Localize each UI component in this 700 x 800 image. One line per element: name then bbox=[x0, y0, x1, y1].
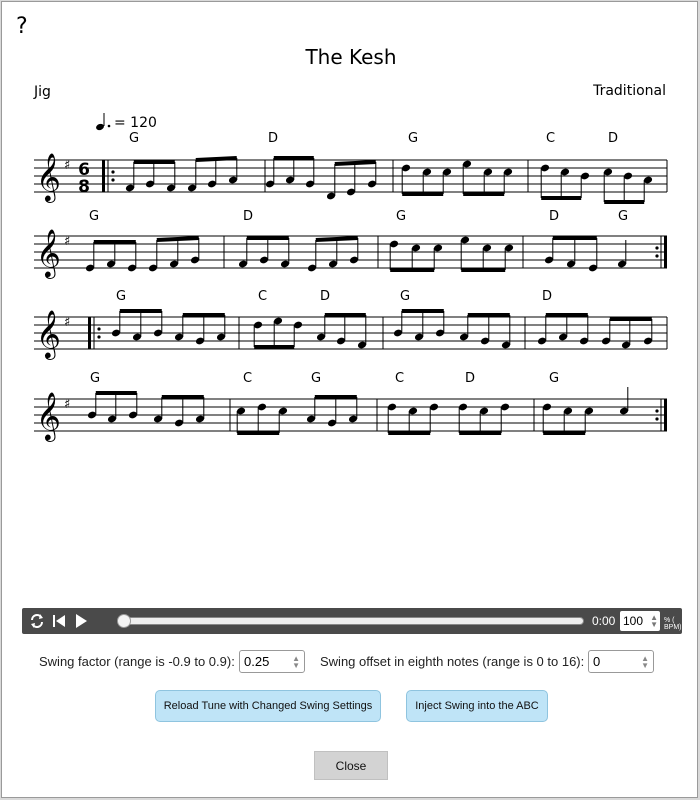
tempo-unit-label: % ( BPM) bbox=[664, 617, 682, 631]
tempo-marking-text: = 120 bbox=[114, 115, 157, 131]
tempo-percent-input[interactable]: 100 ▲ ▼ bbox=[620, 611, 660, 631]
swing-factor-input[interactable]: 0.25 ▲ ▼ bbox=[239, 650, 305, 673]
playback-time: 0:00 bbox=[592, 614, 616, 628]
playback-progress-bar[interactable] bbox=[117, 614, 584, 628]
chord-symbol: D bbox=[320, 289, 330, 304]
chord-symbol: G bbox=[116, 289, 126, 304]
swing-offset-value: 0 bbox=[593, 654, 601, 669]
chord-symbol: C bbox=[546, 131, 555, 146]
tune-title: The Kesh bbox=[304, 45, 396, 69]
play-icon[interactable] bbox=[72, 612, 90, 630]
sharp-icon: ♯ bbox=[64, 397, 70, 412]
progress-thumb[interactable] bbox=[117, 614, 131, 628]
staff: 𝄞 ♯ G C D G D bbox=[34, 289, 668, 360]
tune-composer: Traditional bbox=[592, 83, 666, 99]
dotted-quarter-note-icon bbox=[96, 123, 104, 131]
staff: 𝄞 ♯ G C G C D G bbox=[34, 371, 667, 442]
repeat-end-barline bbox=[664, 236, 667, 268]
beam bbox=[315, 236, 358, 242]
chord-symbol: D bbox=[608, 131, 618, 146]
chord-symbol: G bbox=[129, 131, 139, 146]
tune-rhythm: Jig bbox=[33, 84, 51, 100]
repeat-start-barline bbox=[102, 160, 105, 192]
repeat-start-barline bbox=[88, 317, 91, 349]
chord-symbol: C bbox=[258, 289, 267, 304]
swing-offset-spinner-icon[interactable]: ▲ ▼ bbox=[641, 655, 649, 670]
chord-symbol: D bbox=[465, 371, 475, 386]
abc-player-dialog: ? The Kesh Jig Traditional = 120 𝄞 ♯ 6 8 G D G… bbox=[1, 1, 698, 798]
swing-offset-label: Swing offset in eighth notes (range is 0… bbox=[320, 654, 585, 669]
inject-swing-button[interactable]: Inject Swing into the ABC bbox=[406, 690, 548, 722]
treble-clef-icon: 𝄞 bbox=[36, 309, 61, 360]
chord-symbol: D bbox=[542, 289, 552, 304]
beam bbox=[195, 156, 237, 162]
beam bbox=[334, 160, 376, 166]
close-button[interactable]: Close bbox=[314, 751, 388, 780]
chord-symbol: G bbox=[311, 371, 321, 386]
treble-clef-icon: 𝄞 bbox=[36, 228, 61, 279]
swing-factor-value: 0.25 bbox=[244, 654, 270, 669]
restart-icon[interactable] bbox=[50, 612, 68, 630]
chord-symbol: G bbox=[400, 289, 410, 304]
sharp-icon: ♯ bbox=[64, 315, 70, 330]
tempo-spinner-icon[interactable]: ▲ ▼ bbox=[650, 614, 658, 629]
chord-symbol: G bbox=[549, 371, 559, 386]
chord-symbol: D bbox=[243, 209, 253, 224]
chord-symbol: C bbox=[395, 371, 404, 386]
sharp-icon: ♯ bbox=[64, 158, 70, 173]
beam bbox=[156, 236, 199, 242]
swing-factor-label: Swing factor (range is -0.9 to 0.9): bbox=[39, 654, 235, 669]
staff: 𝄞 ♯ G D G D G bbox=[34, 209, 667, 279]
staff: 𝄞 ♯ 68G D G C D bbox=[34, 131, 668, 204]
chord-symbol: G bbox=[618, 209, 628, 224]
sheet-music: The Kesh Jig Traditional = 120 𝄞 ♯ 68G D G C D… bbox=[33, 45, 668, 442]
tempo-percent-value: 100 bbox=[623, 614, 644, 628]
tempo-marking: = 120 bbox=[96, 113, 157, 131]
chord-symbol: D bbox=[268, 131, 278, 146]
chord-symbol: G bbox=[408, 131, 418, 146]
swing-offset-input[interactable]: 0 ▲ ▼ bbox=[588, 650, 654, 673]
time-signature-bottom: 8 bbox=[78, 177, 90, 197]
audio-player-controls: 0:00 100 ▲ ▼ % ( BPM) bbox=[22, 608, 682, 634]
loop-icon[interactable] bbox=[28, 612, 46, 630]
chord-symbol: C bbox=[243, 371, 252, 386]
chord-symbol: G bbox=[89, 209, 99, 224]
repeat-end-barline bbox=[664, 399, 667, 431]
reload-tune-button[interactable]: Reload Tune with Changed Swing Settings bbox=[155, 690, 381, 722]
sharp-icon: ♯ bbox=[64, 234, 70, 249]
treble-clef-icon: 𝄞 bbox=[36, 391, 61, 442]
treble-clef-icon: 𝄞 bbox=[36, 152, 61, 203]
chord-symbol: D bbox=[549, 209, 559, 224]
chord-symbol: G bbox=[90, 371, 100, 386]
chord-symbol: G bbox=[396, 209, 406, 224]
swing-factor-spinner-icon[interactable]: ▲ ▼ bbox=[292, 655, 300, 670]
